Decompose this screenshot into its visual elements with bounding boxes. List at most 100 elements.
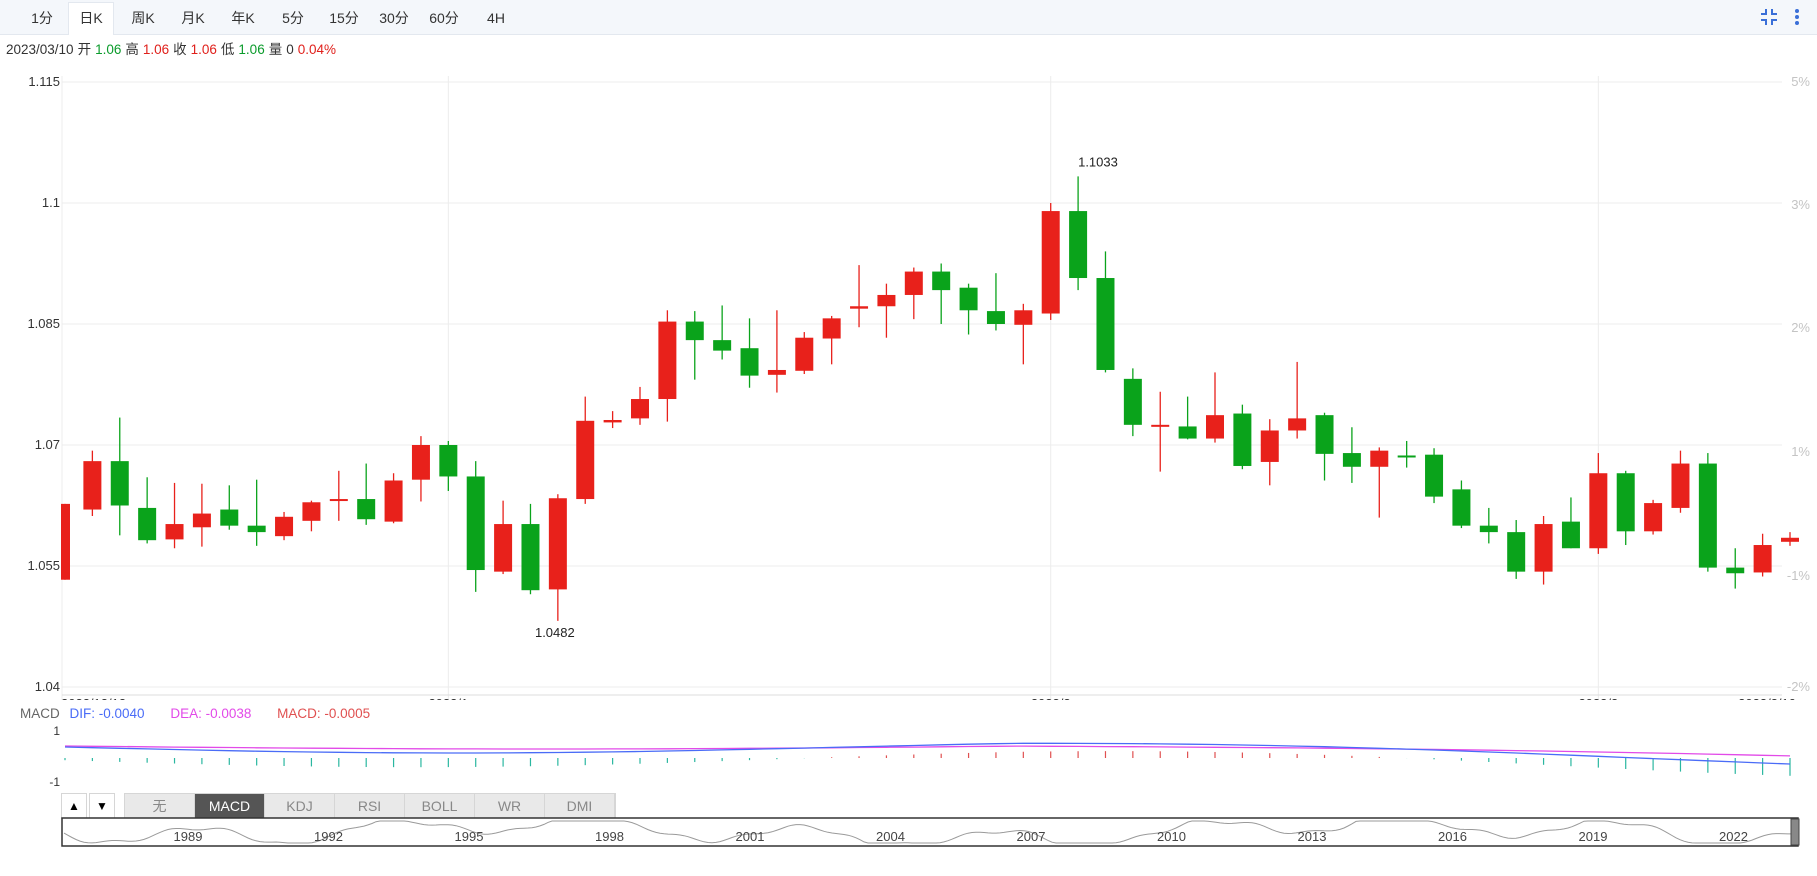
candle[interactable] [411, 436, 430, 502]
candle[interactable] [904, 267, 923, 320]
candle-body [384, 480, 403, 522]
candle[interactable] [932, 263, 951, 325]
candle-body [1452, 489, 1471, 526]
candle[interactable] [83, 450, 102, 516]
macd-y-top: 1 [53, 724, 60, 738]
candle[interactable] [740, 318, 759, 388]
candle[interactable] [1644, 499, 1663, 535]
candle[interactable] [165, 482, 184, 549]
candle-body [795, 337, 814, 371]
price-annotations: 1.1033 1.0482 [535, 154, 1118, 639]
candle[interactable] [521, 503, 540, 595]
candle[interactable] [1616, 470, 1635, 546]
candle[interactable] [1589, 453, 1608, 554]
navigator-year-label: 2022 [1719, 829, 1748, 844]
candle[interactable] [1233, 404, 1252, 470]
candle[interactable] [1671, 450, 1690, 513]
candle[interactable] [1206, 372, 1224, 443]
grid-lines [61, 76, 1782, 700]
candle[interactable] [275, 511, 294, 541]
candle[interactable] [439, 440, 458, 491]
candle[interactable] [384, 473, 403, 524]
candle[interactable] [1151, 391, 1170, 472]
candle[interactable] [1507, 520, 1526, 579]
candle[interactable] [1726, 548, 1745, 589]
panel-up-button[interactable]: ▲ [61, 793, 87, 819]
candle[interactable] [466, 461, 485, 592]
candle[interactable] [247, 479, 266, 546]
candle[interactable] [1698, 453, 1717, 572]
candle[interactable] [110, 417, 129, 536]
candle[interactable] [1315, 412, 1334, 481]
candle-body [329, 499, 348, 502]
candle[interactable] [1041, 203, 1060, 320]
candle[interactable] [1260, 419, 1279, 486]
candle-body [411, 445, 430, 480]
y-tick-label: 1.1 [42, 195, 60, 210]
candle-body [1151, 424, 1170, 427]
indicator-tab-2[interactable]: KDJ [265, 794, 335, 818]
candle[interactable] [658, 310, 677, 422]
candle[interactable] [1561, 497, 1580, 549]
candle[interactable] [685, 311, 704, 380]
candle[interactable] [302, 500, 321, 532]
candle[interactable] [986, 273, 1005, 331]
candle[interactable] [822, 315, 841, 365]
candle[interactable] [1753, 533, 1772, 577]
macd-series [64, 742, 1791, 776]
navigator-year-label: 2013 [1298, 829, 1327, 844]
candle[interactable] [1069, 176, 1088, 291]
candle[interactable] [1370, 447, 1389, 518]
candle[interactable] [713, 305, 732, 360]
candle[interactable] [1479, 507, 1498, 544]
candle-body [1425, 454, 1444, 497]
candle-body [904, 271, 923, 295]
candle[interactable] [603, 411, 622, 429]
candle-body [740, 348, 759, 376]
candle[interactable] [192, 483, 211, 547]
candle[interactable] [1534, 515, 1553, 585]
candle[interactable] [767, 310, 786, 393]
candle-body [1479, 525, 1498, 533]
candle[interactable] [1781, 532, 1799, 546]
indicator-tab-1[interactable]: MACD [195, 794, 265, 818]
candle[interactable] [1178, 396, 1197, 440]
candle-body [1014, 310, 1033, 325]
indicator-tab-3[interactable]: RSI [335, 794, 405, 818]
range-navigator[interactable]: 1989 1992 1995 1998 2001 2004 2007 2010 2013 2016… [0, 817, 1817, 847]
candle[interactable] [61, 503, 70, 580]
candle-body [713, 340, 732, 351]
navigator-year-label: 2016 [1438, 829, 1467, 844]
candle[interactable] [1342, 427, 1361, 483]
x-tick-label: 2023/1 [428, 696, 468, 700]
navigator-handle[interactable] [1790, 818, 1800, 846]
candle[interactable] [548, 494, 567, 621]
candle[interactable] [850, 265, 869, 328]
candle[interactable] [1014, 303, 1033, 365]
navigator-year-label: 2010 [1157, 829, 1186, 844]
candlestick-chart[interactable]: 1.115 1.1 1.085 1.07 1.055 1.04 5% 3% 2% 1% -1% -2… [0, 0, 1817, 700]
candle[interactable] [959, 283, 978, 335]
candle[interactable] [795, 332, 814, 375]
candle-body [1260, 430, 1279, 462]
candle[interactable] [1288, 361, 1307, 439]
candle[interactable] [576, 396, 595, 504]
candle[interactable] [1452, 480, 1471, 529]
candle[interactable] [329, 470, 348, 521]
right-tick-label: 3% [1791, 197, 1810, 212]
candle[interactable] [631, 386, 649, 425]
candle[interactable] [1425, 448, 1444, 504]
indicator-tab-0[interactable]: 无 [125, 794, 195, 818]
indicator-tab-5[interactable]: WR [475, 794, 545, 818]
candle-body [466, 476, 485, 571]
candle[interactable] [494, 500, 513, 575]
indicator-tab-4[interactable]: BOLL [405, 794, 475, 818]
panel-down-button[interactable]: ▼ [89, 793, 115, 819]
candle[interactable] [138, 477, 157, 544]
candle[interactable] [220, 485, 239, 530]
candle[interactable] [357, 463, 376, 525]
indicator-tab-6[interactable]: DMI [545, 794, 615, 818]
candle[interactable] [1123, 368, 1142, 437]
candle[interactable] [1096, 251, 1115, 373]
candle[interactable] [877, 283, 896, 338]
